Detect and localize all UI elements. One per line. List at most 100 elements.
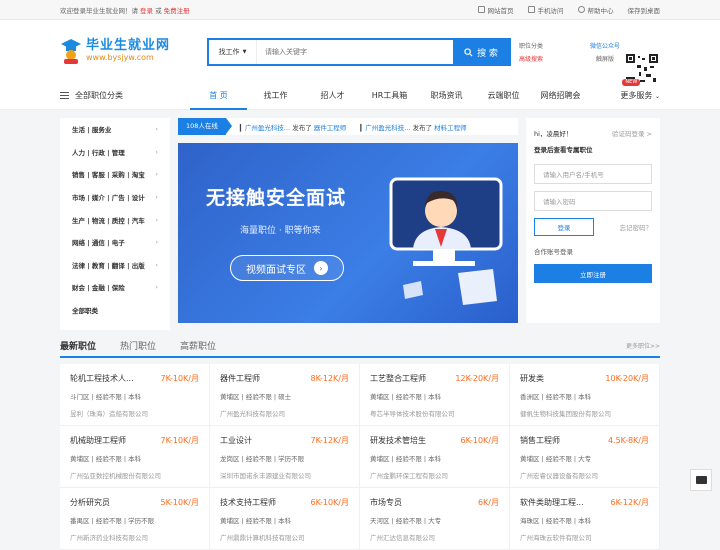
- menu-icon: [60, 92, 69, 99]
- sidebar-item[interactable]: 网络 | 通信 | 电子 ›: [60, 231, 170, 254]
- more-jobs-link[interactable]: 更多职位>>: [626, 341, 660, 350]
- sidebar-item[interactable]: 市场 | 媒介 | 广告 | 设计 ›: [60, 186, 170, 209]
- banner-subtitle: 海量职位 · 职等你来: [240, 226, 321, 236]
- chat-button[interactable]: [690, 469, 712, 491]
- mobile-link[interactable]: 手机访问: [527, 5, 564, 15]
- new-badge: NEW: [622, 79, 641, 86]
- sidebar-item-label: 销售 | 客服 | 采购 | 淘宝: [72, 171, 145, 180]
- logo-url: www.bysjyw.com: [86, 52, 154, 62]
- search-type-label: 找工作: [218, 48, 240, 56]
- help-icon: [577, 6, 585, 13]
- home-link[interactable]: 网站首页: [477, 5, 514, 15]
- job-card[interactable]: 销售工程师 4.5K-8K/月 黄埔区 | 经验不限 | 大专 广州宏睿仪器设备有限公…: [510, 426, 660, 488]
- nav-home[interactable]: 首 页: [190, 82, 247, 110]
- forgot-password-link[interactable]: 忘记密码？: [620, 222, 653, 232]
- more-services-label: 更多服务: [620, 91, 653, 100]
- nav-hr-tools[interactable]: HR工具箱: [361, 82, 418, 110]
- ticker-company: 广州盈光科技...: [365, 123, 411, 132]
- job-card[interactable]: 分析研究员 5K-10K/月 番禺区 | 经验不限 | 学历不限 广州新济药业科技有限…: [60, 488, 210, 550]
- tab-latest-jobs[interactable]: 最新职位: [60, 339, 96, 352]
- mobile-icon: [527, 6, 535, 13]
- more-services-button[interactable]: NEW 更多服务 ⌄: [620, 79, 660, 110]
- job-title: 工业设计: [220, 436, 252, 445]
- job-requirements: 海珠区 | 经验不限 | 本科: [520, 517, 592, 525]
- sidebar-item[interactable]: 生活 | 服务业 ›: [60, 118, 170, 141]
- nav-recruit[interactable]: 招人才: [304, 82, 361, 110]
- job-title: 机械助理工程师: [70, 436, 126, 445]
- promo-banner[interactable]: 无接触安全面试 海量职位 · 职等你来 视频面试专区 ›: [178, 143, 518, 323]
- sidebar-item-label: 财会 | 金融 | 保险: [72, 284, 125, 293]
- interviewer-illustration: [389, 177, 503, 305]
- chevron-right-icon: ›: [155, 238, 158, 247]
- sidebar-item-label: 全部职类: [72, 307, 98, 316]
- video-interview-button[interactable]: 视频面试专区 ›: [230, 255, 344, 281]
- ticker-item[interactable]: ▎广州盈光科技... 发布了 材料工程师: [360, 122, 466, 132]
- help-link[interactable]: 帮助中心: [577, 5, 614, 15]
- chevron-down-icon: ▼: [242, 49, 247, 55]
- search-button[interactable]: 搜 索: [453, 40, 509, 64]
- nav-job-fair[interactable]: 网络招聘会: [532, 82, 589, 110]
- nav-career-news[interactable]: 职场资讯: [418, 82, 475, 110]
- tab-hot-jobs[interactable]: 热门职位: [120, 339, 156, 352]
- job-company: 健帆生物科技集团股份有限公司: [520, 410, 611, 418]
- ticker-company: 广州盈光科技...: [244, 123, 291, 132]
- job-card[interactable]: 市场专员 6K/月 天河区 | 经验不限 | 大专 广州汇达信息有限公司: [360, 488, 510, 550]
- wechat-account-link[interactable]: 微信公众号: [590, 40, 620, 53]
- search-input[interactable]: [257, 40, 453, 64]
- login-button[interactable]: 登录: [534, 218, 594, 236]
- job-card[interactable]: 工业设计 7K-12K/月 龙岗区 | 经验不限 | 学历不限 深圳市国诺永丰源建业有…: [210, 426, 360, 488]
- chevron-right-icon: ›: [155, 193, 158, 202]
- job-tabs: 最新职位 热门职位 高薪职位 更多职位>>: [60, 334, 660, 358]
- sidebar-item[interactable]: 生产 | 物流 | 质控 | 汽车 ›: [60, 208, 170, 231]
- sidebar-item-label: 法律 | 教育 | 翻译 | 出版: [72, 261, 145, 270]
- job-card[interactable]: 技术支持工程师 6K-10K/月 黄埔区 | 经验不限 | 本科 广州鼎鼎计算机科技有…: [210, 488, 360, 550]
- username-field[interactable]: 请输入用户名/手机号: [534, 164, 652, 184]
- job-requirements: 黄埔区 | 经验不限 | 本科: [220, 517, 292, 525]
- sidebar-item[interactable]: 人力 | 行政 | 管理 ›: [60, 141, 170, 164]
- sidebar-item[interactable]: 财会 | 金融 | 保险 ›: [60, 276, 170, 299]
- nav-cloud-jobs[interactable]: 云端职位: [475, 82, 532, 110]
- job-card[interactable]: 轮机工程技术人... 7K-10K/月 斗门区 | 经验不限 | 本科 昱利（珠海）造…: [60, 364, 210, 426]
- site-logo[interactable]: 毕业生就业网 www.bysjyw.com: [60, 31, 180, 71]
- job-card[interactable]: 机械助理工程师 7K-10K/月 黄埔区 | 经验不限 | 本科 广州弘亚数控机械股份…: [60, 426, 210, 488]
- search-bar: 找工作▼ 搜 索: [207, 38, 511, 66]
- banner-title: 无接触安全面试: [206, 187, 347, 209]
- job-salary: 6K-10K/月: [310, 498, 349, 507]
- chat-bubble-icon: [695, 476, 707, 484]
- code-login-link[interactable]: 验证码登录 >: [612, 128, 652, 138]
- ticker-item[interactable]: ▎广州盈光科技... 发布了 器件工程师: [240, 122, 346, 132]
- password-field[interactable]: 请输入密码: [534, 191, 652, 211]
- job-card[interactable]: 研发类 10K-20K/月 香洲区 | 经验不限 | 本科 健帆生物科技集团股份有限公…: [510, 364, 660, 426]
- sidebar-item[interactable]: 全部职类: [60, 299, 170, 322]
- home-icon: [477, 6, 485, 13]
- chevron-right-icon: ›: [155, 260, 158, 269]
- all-categories-button[interactable]: 全部职位分类: [60, 90, 178, 101]
- login-link[interactable]: 登录: [140, 7, 153, 15]
- register-button[interactable]: 立即注册: [534, 264, 652, 283]
- advanced-search-link[interactable]: 高级搜索: [519, 53, 543, 66]
- job-salary: 10K-20K/月: [605, 374, 649, 383]
- tab-high-salary-jobs[interactable]: 高薪职位: [180, 339, 216, 352]
- partner-login-label: 合作账号登录: [534, 248, 573, 256]
- job-card[interactable]: 工艺整合工程师 12K-20K/月 黄埔区 | 经验不限 | 本科 粤芯半导体技术股份…: [360, 364, 510, 426]
- job-salary: 6K/月: [477, 498, 499, 507]
- nav-find-job[interactable]: 找工作: [247, 82, 304, 110]
- mobile-version-link[interactable]: 触屏版: [590, 53, 620, 66]
- job-requirements: 黄埔区 | 经验不限 | 硕士: [220, 393, 292, 401]
- job-card[interactable]: 器件工程师 8K-12K/月 黄埔区 | 经验不限 | 硕士 广州盈光科技有限公司: [210, 364, 360, 426]
- job-salary: 5K-10K/月: [160, 498, 199, 507]
- register-link[interactable]: 免费注册: [164, 7, 190, 15]
- save-desktop-link[interactable]: 保存到桌面: [628, 5, 661, 15]
- welcome-label: 欢迎登录毕业生就业网！请: [60, 6, 138, 15]
- sidebar-item[interactable]: 销售 | 客服 | 采购 | 淘宝 ›: [60, 163, 170, 186]
- job-category-link[interactable]: 职位分类: [519, 40, 543, 53]
- search-button-label: 搜 索: [477, 48, 498, 59]
- job-requirements: 黄埔区 | 经验不限 | 本科: [370, 455, 442, 463]
- sidebar-item-label: 网络 | 通信 | 电子: [72, 239, 125, 248]
- job-card[interactable]: 研发技术管培生 6K-10K/月 黄埔区 | 经验不限 | 本科 广州金鹏环保工程有限…: [360, 426, 510, 488]
- job-company: 广州汇达信息有限公司: [370, 534, 435, 542]
- sidebar-item[interactable]: 法律 | 教育 | 翻译 | 出版 ›: [60, 254, 170, 277]
- search-type-select[interactable]: 找工作 ▼: [209, 40, 257, 64]
- job-title: 市场专员: [370, 498, 402, 507]
- job-card[interactable]: 软件类助理工程... 6K-12K/月 海珠区 | 经验不限 | 本科 广州海珠云软件…: [510, 488, 660, 550]
